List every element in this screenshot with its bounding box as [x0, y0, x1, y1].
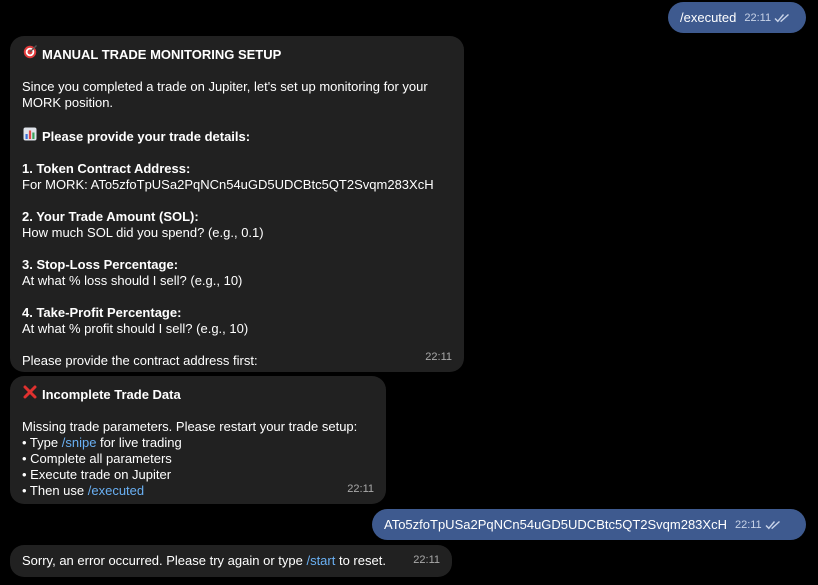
message-time: 22:11: [413, 554, 440, 566]
intro-line: MORK position.: [22, 95, 114, 110]
outgoing-message-address[interactable]: ATo5zfoTpUSa2PqNCn54uGD5UDCBtc5QT2Svqm28…: [372, 509, 806, 540]
message-title: MANUAL TRADE MONITORING SETUP: [22, 45, 452, 63]
cross-mark-icon: [22, 385, 38, 403]
incoming-message-setup[interactable]: MANUAL TRADE MONITORING SETUP Since you …: [10, 36, 464, 372]
bullet-item: • Complete all parameters: [22, 451, 172, 466]
details-heading: Please provide your trade details:: [22, 127, 452, 145]
double-check-icon: [765, 520, 780, 529]
snipe-command-link[interactable]: /snipe: [62, 435, 97, 450]
message-time: 22:11: [425, 351, 452, 363]
message-time: 22:11: [735, 517, 781, 533]
section-title: 3. Stop-Loss Percentage:: [22, 257, 179, 272]
body-line: Missing trade parameters. Please restart…: [22, 419, 358, 434]
bar-chart-icon: [22, 127, 38, 145]
section-title: 4. Take-Profit Percentage:: [22, 305, 182, 320]
section-body: At what % loss should I sell? (e.g., 10): [22, 273, 243, 288]
direct-hit-icon: [22, 45, 38, 63]
outgoing-message-executed[interactable]: /executed 22:11: [668, 2, 806, 33]
message-text: /executed: [680, 9, 737, 25]
bullet-item: • Type /snipe for live trading: [22, 435, 182, 450]
message-title: Incomplete Trade Data: [22, 385, 374, 403]
footer-line: Please provide the contract address firs…: [22, 353, 258, 368]
error-text: Sorry, an error occurred. Please try aga…: [22, 553, 386, 568]
double-check-icon: [774, 13, 790, 22]
intro-line: Since you completed a trade on Jupiter, …: [22, 79, 428, 94]
incoming-message-incomplete[interactable]: Incomplete Trade Data Missing trade para…: [10, 376, 386, 504]
message-time: 22:11: [744, 10, 790, 26]
section-body: For MORK: ATo5zfoTpUSa2PqNCn54uGD5UDCBtc…: [22, 177, 434, 192]
message-text: ATo5zfoTpUSa2PqNCn54uGD5UDCBtc5QT2Svqm28…: [384, 516, 727, 532]
incoming-message-error[interactable]: Sorry, an error occurred. Please try aga…: [10, 545, 452, 577]
section-body: How much SOL did you spend? (e.g., 0.1): [22, 225, 264, 240]
section-title: 2. Your Trade Amount (SOL):: [22, 209, 199, 224]
start-command-link[interactable]: /start: [306, 553, 335, 568]
bullet-item: • Then use /executed: [22, 483, 145, 498]
section-body: At what % profit should I sell? (e.g., 1…: [22, 321, 249, 336]
section-title: 1. Token Contract Address:: [22, 161, 191, 176]
bullet-item: • Execute trade on Jupiter: [22, 467, 172, 482]
message-time: 22:11: [347, 483, 374, 495]
executed-command-link[interactable]: /executed: [88, 483, 144, 498]
